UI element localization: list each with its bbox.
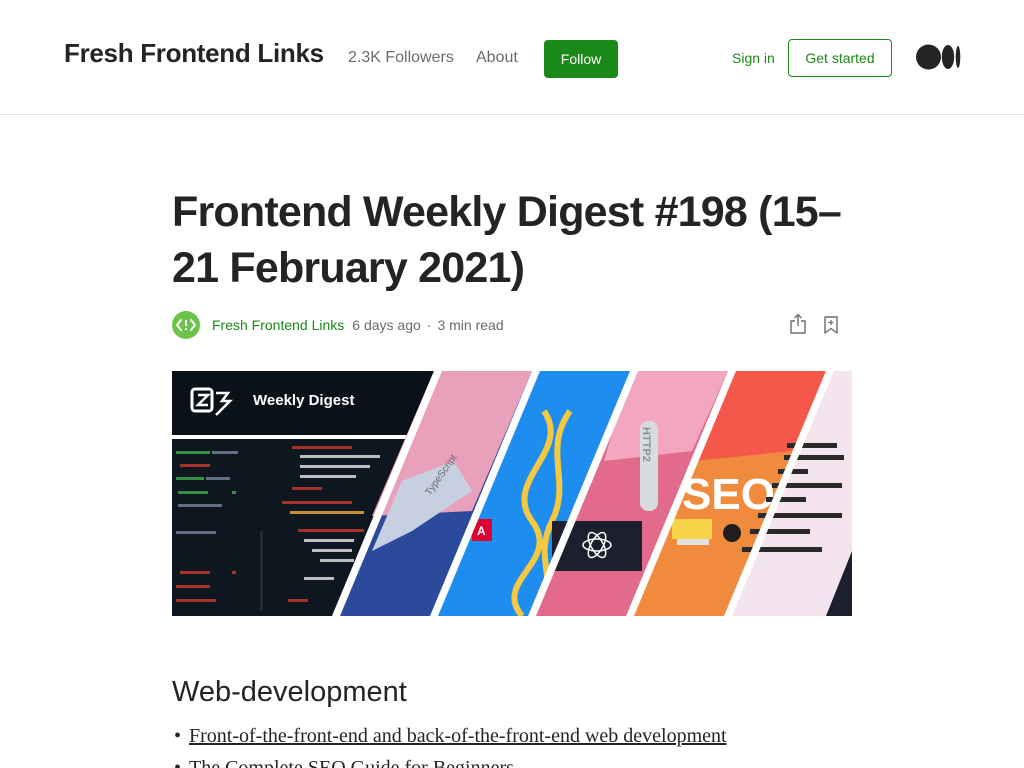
list-item: Front-of-the-front-end and back-of-the-f… (172, 722, 727, 750)
article-title: Frontend Weekly Digest #198 (15–21 Febru… (172, 188, 842, 292)
sign-in-link[interactable]: Sign in (732, 50, 775, 66)
link-list: Front-of-the-front-end and back-of-the-f… (172, 722, 727, 768)
article-link[interactable]: The Complete SEO Guide for Beginners (189, 757, 514, 768)
svg-text:A: A (477, 524, 486, 538)
follow-button[interactable]: Follow (544, 40, 618, 78)
weekly-digest-illustration: Weekly Digest TypeScript A HTTP2 SEO (172, 371, 852, 616)
hero-image: Weekly Digest TypeScript A HTTP2 SEO (172, 371, 852, 616)
bookmark-icon[interactable] (822, 314, 840, 336)
author-name[interactable]: Fresh Frontend Links (212, 317, 344, 333)
article-meta: Fresh Frontend Links 6 days ago · 3 min … (172, 311, 504, 339)
svg-text:HTTP2: HTTP2 (640, 427, 652, 462)
top-bar: Fresh Frontend Links 2.3K Followers Abou… (0, 0, 1024, 115)
about-link[interactable]: About (476, 49, 518, 67)
article-link[interactable]: Front-of-the-front-end and back-of-the-f… (189, 725, 727, 747)
list-item: The Complete SEO Guide for Beginners (172, 754, 727, 768)
section-heading: Web-development (172, 676, 407, 708)
read-time: 3 min read (437, 317, 504, 333)
banner-title: Weekly Digest (253, 392, 354, 409)
meta-separator: · (426, 317, 432, 333)
code-logo-icon (176, 319, 196, 331)
medium-logo-icon[interactable] (916, 44, 961, 70)
publish-date: 6 days ago (352, 317, 421, 333)
publication-title[interactable]: Fresh Frontend Links (64, 38, 324, 69)
get-started-button[interactable]: Get started (788, 39, 892, 77)
avatar[interactable] (172, 311, 200, 339)
share-icon[interactable] (788, 313, 808, 335)
svg-text:SEO: SEO (682, 470, 775, 519)
followers-count[interactable]: 2.3K Followers (348, 49, 454, 67)
